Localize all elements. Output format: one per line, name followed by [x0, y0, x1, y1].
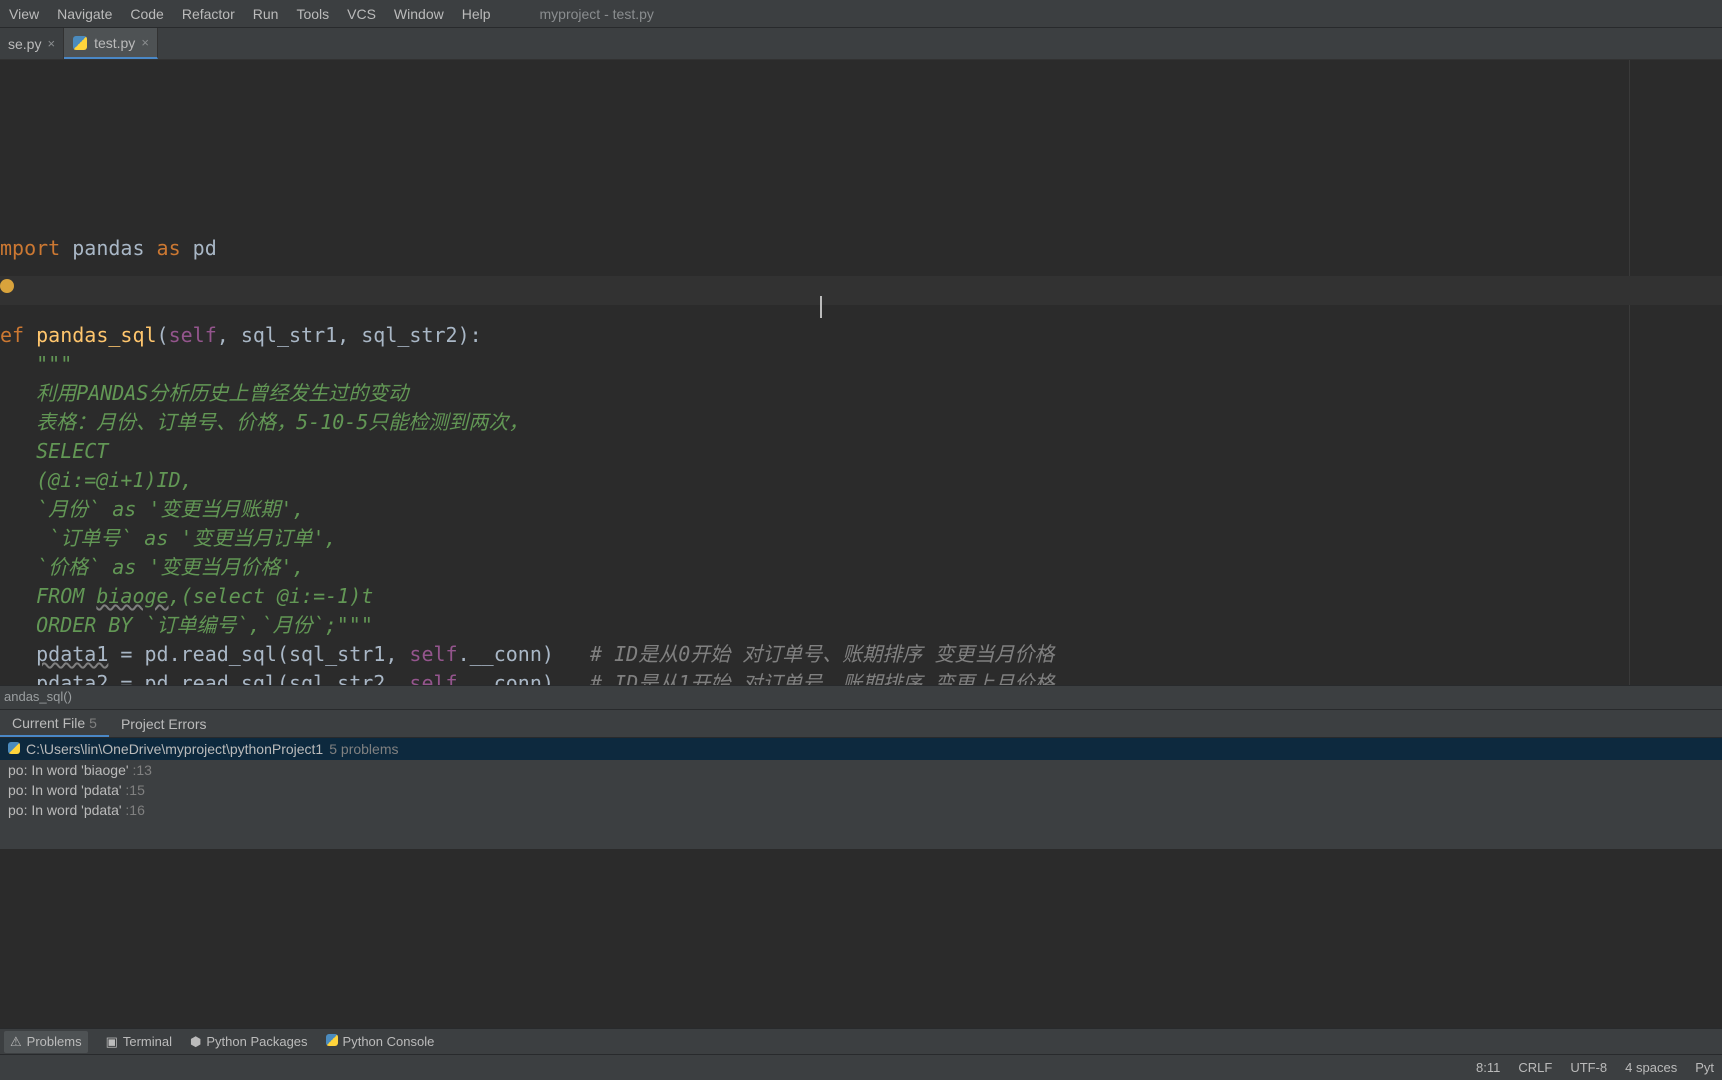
menu-vcs[interactable]: VCS: [338, 2, 385, 26]
python-file-icon: [72, 35, 88, 51]
terminal-icon: ▣: [106, 1034, 118, 1050]
problems-panel: Current File 5 Project Errors C:\Users\l…: [0, 709, 1722, 849]
editor-tabs: se.py × test.py ×: [0, 28, 1722, 60]
problems-icon: ⚠: [10, 1034, 22, 1050]
problems-file-row[interactable]: C:\Users\lin\OneDrive\myproject\pythonPr…: [0, 738, 1722, 760]
code-content[interactable]: mport pandas as pd ef pandas_sql(self, s…: [0, 234, 1722, 685]
menu-help[interactable]: Help: [453, 2, 500, 26]
problem-item[interactable]: po: In word 'pdata' :16: [0, 800, 1722, 820]
status-bar: 8:11 CRLF UTF-8 4 spaces Pyt: [0, 1054, 1722, 1080]
status-encoding[interactable]: UTF-8: [1570, 1060, 1607, 1075]
breadcrumb[interactable]: andas_sql(): [0, 685, 1722, 709]
tab-label: test.py: [94, 35, 135, 51]
menu-code[interactable]: Code: [121, 2, 172, 26]
window-title: myproject - test.py: [540, 6, 654, 22]
tab-test-py[interactable]: test.py ×: [64, 28, 158, 59]
tab-project-errors[interactable]: Project Errors: [109, 710, 219, 737]
problem-item[interactable]: po: In word 'pdata' :15: [0, 780, 1722, 800]
menu-bar: View Navigate Code Refactor Run Tools VC…: [0, 0, 1722, 28]
status-caret-position[interactable]: 8:11: [1476, 1060, 1500, 1075]
menu-window[interactable]: Window: [385, 2, 453, 26]
python-file-icon: [8, 741, 20, 757]
packages-icon: ⬢: [190, 1034, 201, 1050]
close-icon[interactable]: ×: [141, 35, 149, 50]
tab-current-file[interactable]: Current File 5: [0, 710, 109, 737]
problems-file-count: 5 problems: [329, 741, 398, 757]
code-editor[interactable]: mport pandas as pd ef pandas_sql(self, s…: [0, 60, 1722, 685]
tab-label: se.py: [8, 36, 41, 52]
status-indent[interactable]: 4 spaces: [1625, 1060, 1677, 1075]
tool-window-bar: ⚠ Problems ▣ Terminal ⬢ Python Packages …: [0, 1028, 1722, 1054]
menu-view[interactable]: View: [0, 2, 48, 26]
menu-refactor[interactable]: Refactor: [173, 2, 244, 26]
status-interpreter[interactable]: Pyt: [1695, 1060, 1714, 1075]
status-line-separator[interactable]: CRLF: [1518, 1060, 1552, 1075]
tool-problems[interactable]: ⚠ Problems: [4, 1031, 88, 1053]
menu-run[interactable]: Run: [244, 2, 288, 26]
tool-python-packages[interactable]: ⬢ Python Packages: [190, 1034, 308, 1050]
problems-file-path: C:\Users\lin\OneDrive\myproject\pythonPr…: [26, 741, 323, 757]
tool-terminal[interactable]: ▣ Terminal: [106, 1034, 172, 1050]
tool-python-console[interactable]: Python Console: [326, 1034, 435, 1049]
tab-se-py[interactable]: se.py ×: [0, 28, 64, 59]
problems-tabs: Current File 5 Project Errors: [0, 710, 1722, 738]
close-icon[interactable]: ×: [47, 36, 55, 51]
menu-tools[interactable]: Tools: [287, 2, 338, 26]
problems-count-badge: 5: [89, 715, 97, 731]
menu-navigate[interactable]: Navigate: [48, 2, 121, 26]
console-icon: [326, 1034, 338, 1049]
problem-item[interactable]: po: In word 'biaoge' :13: [0, 760, 1722, 780]
